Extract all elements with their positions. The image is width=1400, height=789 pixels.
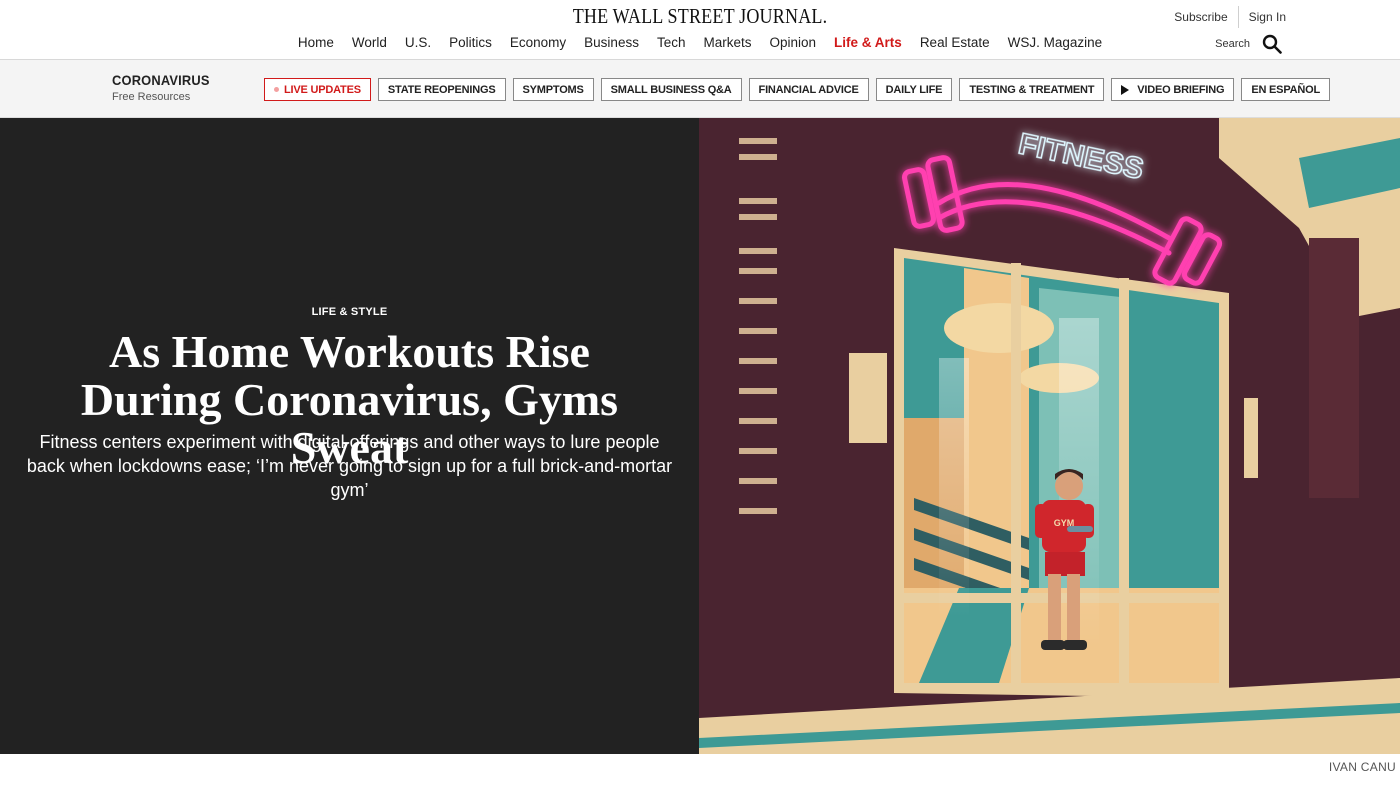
story-summary: Fitness centers experiment with digital … <box>26 432 673 500</box>
photo-credit: IVAN CANU <box>1328 760 1396 774</box>
nav-item-world[interactable]: World <box>343 35 396 50</box>
hero-story: LIFE & STYLE As Home Workouts Rise Durin… <box>0 118 1400 754</box>
nav-item-home[interactable]: Home <box>289 35 343 50</box>
coronavirus-pills: LIVE UPDATES STATE REOPENINGS SYMPTOMS S… <box>264 78 1331 101</box>
nav-item-life-arts[interactable]: Life & Arts <box>825 35 911 50</box>
hero-text-panel: LIFE & STYLE As Home Workouts Rise Durin… <box>0 118 699 754</box>
pill-label: SMALL BUSINESS Q&A <box>610 83 732 96</box>
coronavirus-bar: CORONAVIRUS Free Resources LIVE UPDATES … <box>0 60 1400 118</box>
live-dot-icon <box>274 87 279 92</box>
story-kicker[interactable]: LIFE & STYLE <box>0 306 699 318</box>
pill-label: STATE REOPENINGS <box>387 83 496 96</box>
nav-item-business[interactable]: Business <box>575 35 648 50</box>
pill-label: LIVE UPDATES <box>284 83 361 96</box>
signin-link[interactable]: Sign In <box>1249 10 1286 24</box>
nav-item-tech[interactable]: Tech <box>648 35 695 50</box>
nav-item-us[interactable]: U.S. <box>396 35 440 50</box>
pill-label: TESTING & TREATMENT <box>969 83 1095 96</box>
pill-label: VIDEO BRIEFING <box>1137 83 1225 96</box>
pill-small-business[interactable]: SMALL BUSINESS Q&A <box>600 78 742 101</box>
nav-item-politics[interactable]: Politics <box>440 35 501 50</box>
coronavirus-title-block[interactable]: CORONAVIRUS Free Resources <box>112 72 218 103</box>
coronavirus-subtitle: Free Resources <box>112 91 191 103</box>
pill-symptoms[interactable]: SYMPTOMS <box>512 78 594 101</box>
pill-testing-treatment[interactable]: TESTING & TREATMENT <box>959 78 1105 101</box>
pill-live-updates[interactable]: LIVE UPDATES <box>264 78 371 101</box>
main-nav: Home World U.S. Politics Economy Busines… <box>0 35 1400 50</box>
shirt-text: GYM <box>1054 518 1075 528</box>
nav-item-markets[interactable]: Markets <box>694 35 760 50</box>
pill-state-reopenings[interactable]: STATE REOPENINGS <box>377 78 506 101</box>
nav-item-real-estate[interactable]: Real Estate <box>911 35 999 50</box>
pill-label: DAILY LIFE <box>885 83 943 96</box>
subscribe-link[interactable]: Subscribe <box>1174 10 1227 24</box>
masthead: THE WALL STREET JOURNAL. Subscribe Sign … <box>0 0 1400 60</box>
pill-video-briefing[interactable]: VIDEO BRIEFING <box>1111 78 1235 101</box>
nav-item-economy[interactable]: Economy <box>501 35 575 50</box>
credit-bar <box>0 754 1400 789</box>
pill-label: SYMPTOMS <box>522 83 584 96</box>
pill-financial-advice[interactable]: FINANCIAL ADVICE <box>748 78 869 101</box>
search-label: Search <box>1215 38 1250 50</box>
wsj-logo[interactable]: THE WALL STREET JOURNAL. <box>98 4 1302 29</box>
pill-en-espanol[interactable]: EN ESPAÑOL <box>1241 78 1331 101</box>
nav-item-opinion[interactable]: Opinion <box>761 35 826 50</box>
search-icon <box>1262 34 1282 54</box>
nav-item-wsj-magazine[interactable]: WSJ. Magazine <box>999 35 1112 50</box>
hero-illustration[interactable]: GYM FITNESS <box>699 118 1400 754</box>
search-button[interactable]: Search <box>1215 34 1282 54</box>
divider <box>1237 6 1239 28</box>
pill-daily-life[interactable]: DAILY LIFE <box>875 78 953 101</box>
pill-label: FINANCIAL ADVICE <box>758 83 859 96</box>
pill-label: EN ESPAÑOL <box>1251 83 1321 96</box>
coronavirus-title: CORONAVIRUS <box>112 72 210 88</box>
play-icon <box>1121 84 1130 95</box>
account-links: Subscribe Sign In <box>1174 6 1286 28</box>
